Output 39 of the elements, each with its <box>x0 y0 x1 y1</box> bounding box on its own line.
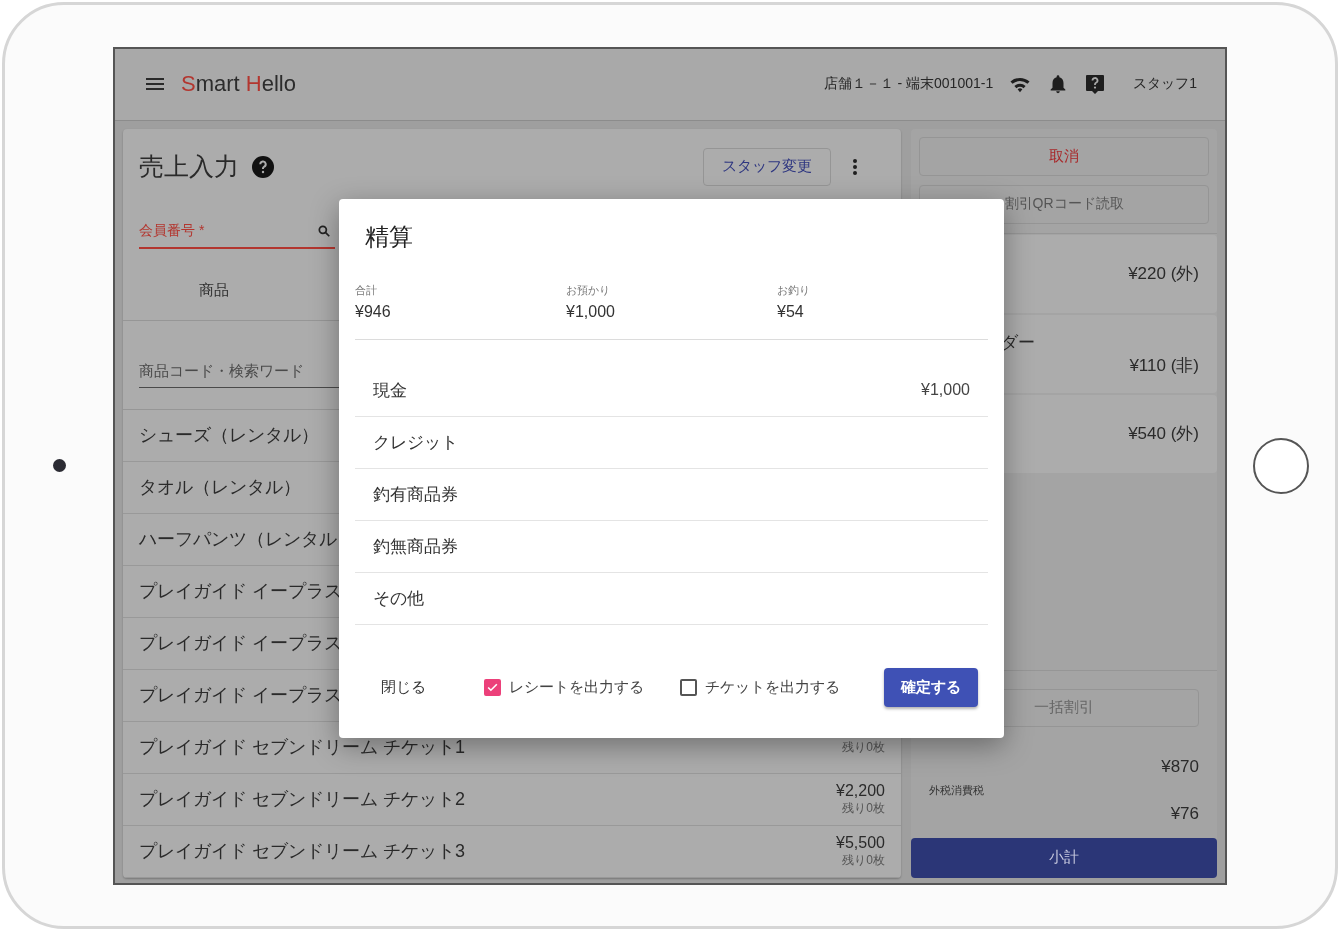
product-name: プレイガイド イープラス <box>139 684 342 707</box>
summary-value: ¥946 <box>355 302 392 321</box>
tax-label: 外税消費税 <box>929 782 985 798</box>
payment-method-label: クレジット <box>373 431 458 454</box>
item-price: ¥110 (非) <box>1129 354 1199 377</box>
tax-amount: ¥76 <box>1170 803 1199 824</box>
terminal-label: 店舗１－１ - 端末001001-1 <box>823 75 994 93</box>
item-price: ¥540 (外) <box>1128 423 1199 445</box>
payment-method-label: 現金 <box>373 379 407 402</box>
product-name: シューズ（レンタル） <box>139 424 319 447</box>
product-price: ¥2,200 <box>836 781 885 800</box>
product-name: プレイガイド セブンドリーム チケット3 <box>139 840 465 863</box>
summary-label: お預かり <box>566 282 611 298</box>
dialog-title: 精算 <box>365 221 414 252</box>
product-name: プレイガイド セブンドリーム チケット2 <box>139 788 465 811</box>
product-name: ハーフパンツ（レンタル <box>139 528 337 551</box>
summary-value: ¥1,000 <box>566 302 616 321</box>
product-name: プレイガイド イープラス <box>139 580 342 603</box>
product-price: ¥5,500 <box>836 833 885 852</box>
logo: Smart Hello <box>181 71 296 97</box>
staff-name: スタッフ1 <box>1133 75 1197 93</box>
summary-label: 合計 <box>355 282 378 298</box>
payment-method-label: 釣無商品券 <box>373 535 458 558</box>
product-name: プレイガイド イープラス <box>139 632 342 655</box>
product-name: プレイガイド セブンドリーム チケット1 <box>139 736 465 759</box>
payment-method-label: 釣有商品券 <box>373 483 458 506</box>
total-amount: ¥870 <box>1161 756 1199 777</box>
stock-count: 残り0枚 <box>842 738 885 756</box>
stock-count: 残り0枚 <box>842 799 885 817</box>
stock-count: 残り0枚 <box>842 851 885 869</box>
item-name: ダー <box>1000 331 1036 354</box>
summary-label: お釣り <box>777 282 811 298</box>
checkbox-label: レシートを出力する <box>509 677 644 697</box>
summary-value: ¥54 <box>777 302 805 321</box>
product-name: タオル（レンタル） <box>139 476 301 499</box>
item-price: ¥220 (外) <box>1128 263 1199 285</box>
page-title: 売上入力 <box>139 151 239 182</box>
payment-method-label: その他 <box>373 587 424 610</box>
checkbox-label: チケットを出力する <box>705 677 840 697</box>
